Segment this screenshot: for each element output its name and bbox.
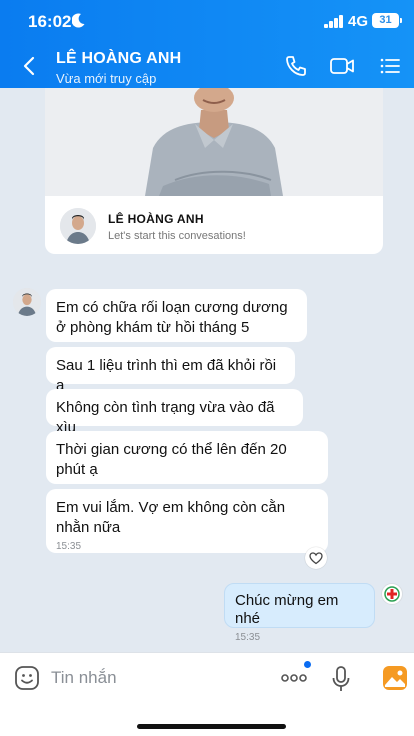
message-input[interactable]: Tin nhắn bbox=[51, 668, 117, 688]
message-bubble[interactable]: Sau 1 liệu trình thì em đã khỏi rồi ạ bbox=[46, 347, 295, 394]
contact-avatar bbox=[60, 208, 96, 244]
status-bar: 16:02 4G 31 bbox=[0, 12, 414, 32]
message-bubble[interactable]: Không còn tình trạng vừa vào đã xìu bbox=[46, 389, 303, 436]
moon-icon bbox=[72, 13, 85, 28]
notification-dot bbox=[304, 661, 311, 668]
message-bubble[interactable]: Em vui lắm. Vợ em không còn cằn nhằn nữa… bbox=[46, 489, 328, 553]
message-bubble[interactable]: Em có chữa rối loạn cương dương ở phòng … bbox=[46, 289, 307, 342]
battery-icon: 31 bbox=[372, 13, 402, 28]
microphone-icon[interactable] bbox=[331, 665, 351, 693]
status-time: 16:02 bbox=[28, 12, 72, 31]
home-indicator bbox=[137, 724, 286, 729]
heart-reaction-icon[interactable] bbox=[305, 547, 327, 569]
contact-name[interactable]: LÊ HOÀNG ANH bbox=[56, 50, 181, 68]
network-type: 4G bbox=[348, 13, 369, 30]
profile-photo bbox=[45, 88, 383, 196]
my-message-bubble[interactable]: Chúc mừng em nhé 15:35 bbox=[224, 583, 375, 643]
menu-list-icon[interactable] bbox=[377, 54, 403, 78]
image-picker-icon[interactable] bbox=[382, 665, 408, 691]
contact-status: Vừa mới truy cập bbox=[56, 71, 157, 86]
card-contact-name: LÊ HOÀNG ANH bbox=[108, 212, 204, 226]
message-bubble[interactable]: Thời gian cương có thể lên đến 20 phút ạ bbox=[46, 431, 328, 484]
my-avatar[interactable] bbox=[381, 583, 403, 605]
my-message-time: 15:35 bbox=[235, 632, 261, 643]
profile-card[interactable]: LÊ HOÀNG ANH Let's start this convesatio… bbox=[45, 88, 383, 254]
more-options-icon[interactable] bbox=[280, 669, 308, 687]
card-subtitle: Let's start this convesations! bbox=[108, 230, 246, 242]
back-arrow-icon[interactable] bbox=[18, 54, 42, 78]
message-text: Em có chữa rối loạn cương dương ở phòng … bbox=[56, 299, 288, 336]
message-input-bar: Tin nhắn bbox=[0, 652, 414, 736]
signal-icon bbox=[324, 15, 344, 28]
message-text: Em vui lắm. Vợ em không còn cằn nhằn nữa bbox=[56, 499, 286, 536]
video-call-icon[interactable] bbox=[329, 54, 355, 78]
sender-avatar[interactable] bbox=[13, 288, 41, 316]
my-message-text: Chúc mừng em nhé bbox=[235, 592, 339, 627]
message-text: Thời gian cương có thể lên đến 20 phút ạ bbox=[56, 441, 287, 478]
chat-header: 16:02 4G 31 LÊ HOÀNG ANH Vừa mới truy cậ… bbox=[0, 0, 414, 88]
phone-icon[interactable] bbox=[283, 54, 309, 78]
sticker-icon[interactable] bbox=[14, 665, 40, 691]
message-time: 15:35 bbox=[56, 541, 82, 552]
